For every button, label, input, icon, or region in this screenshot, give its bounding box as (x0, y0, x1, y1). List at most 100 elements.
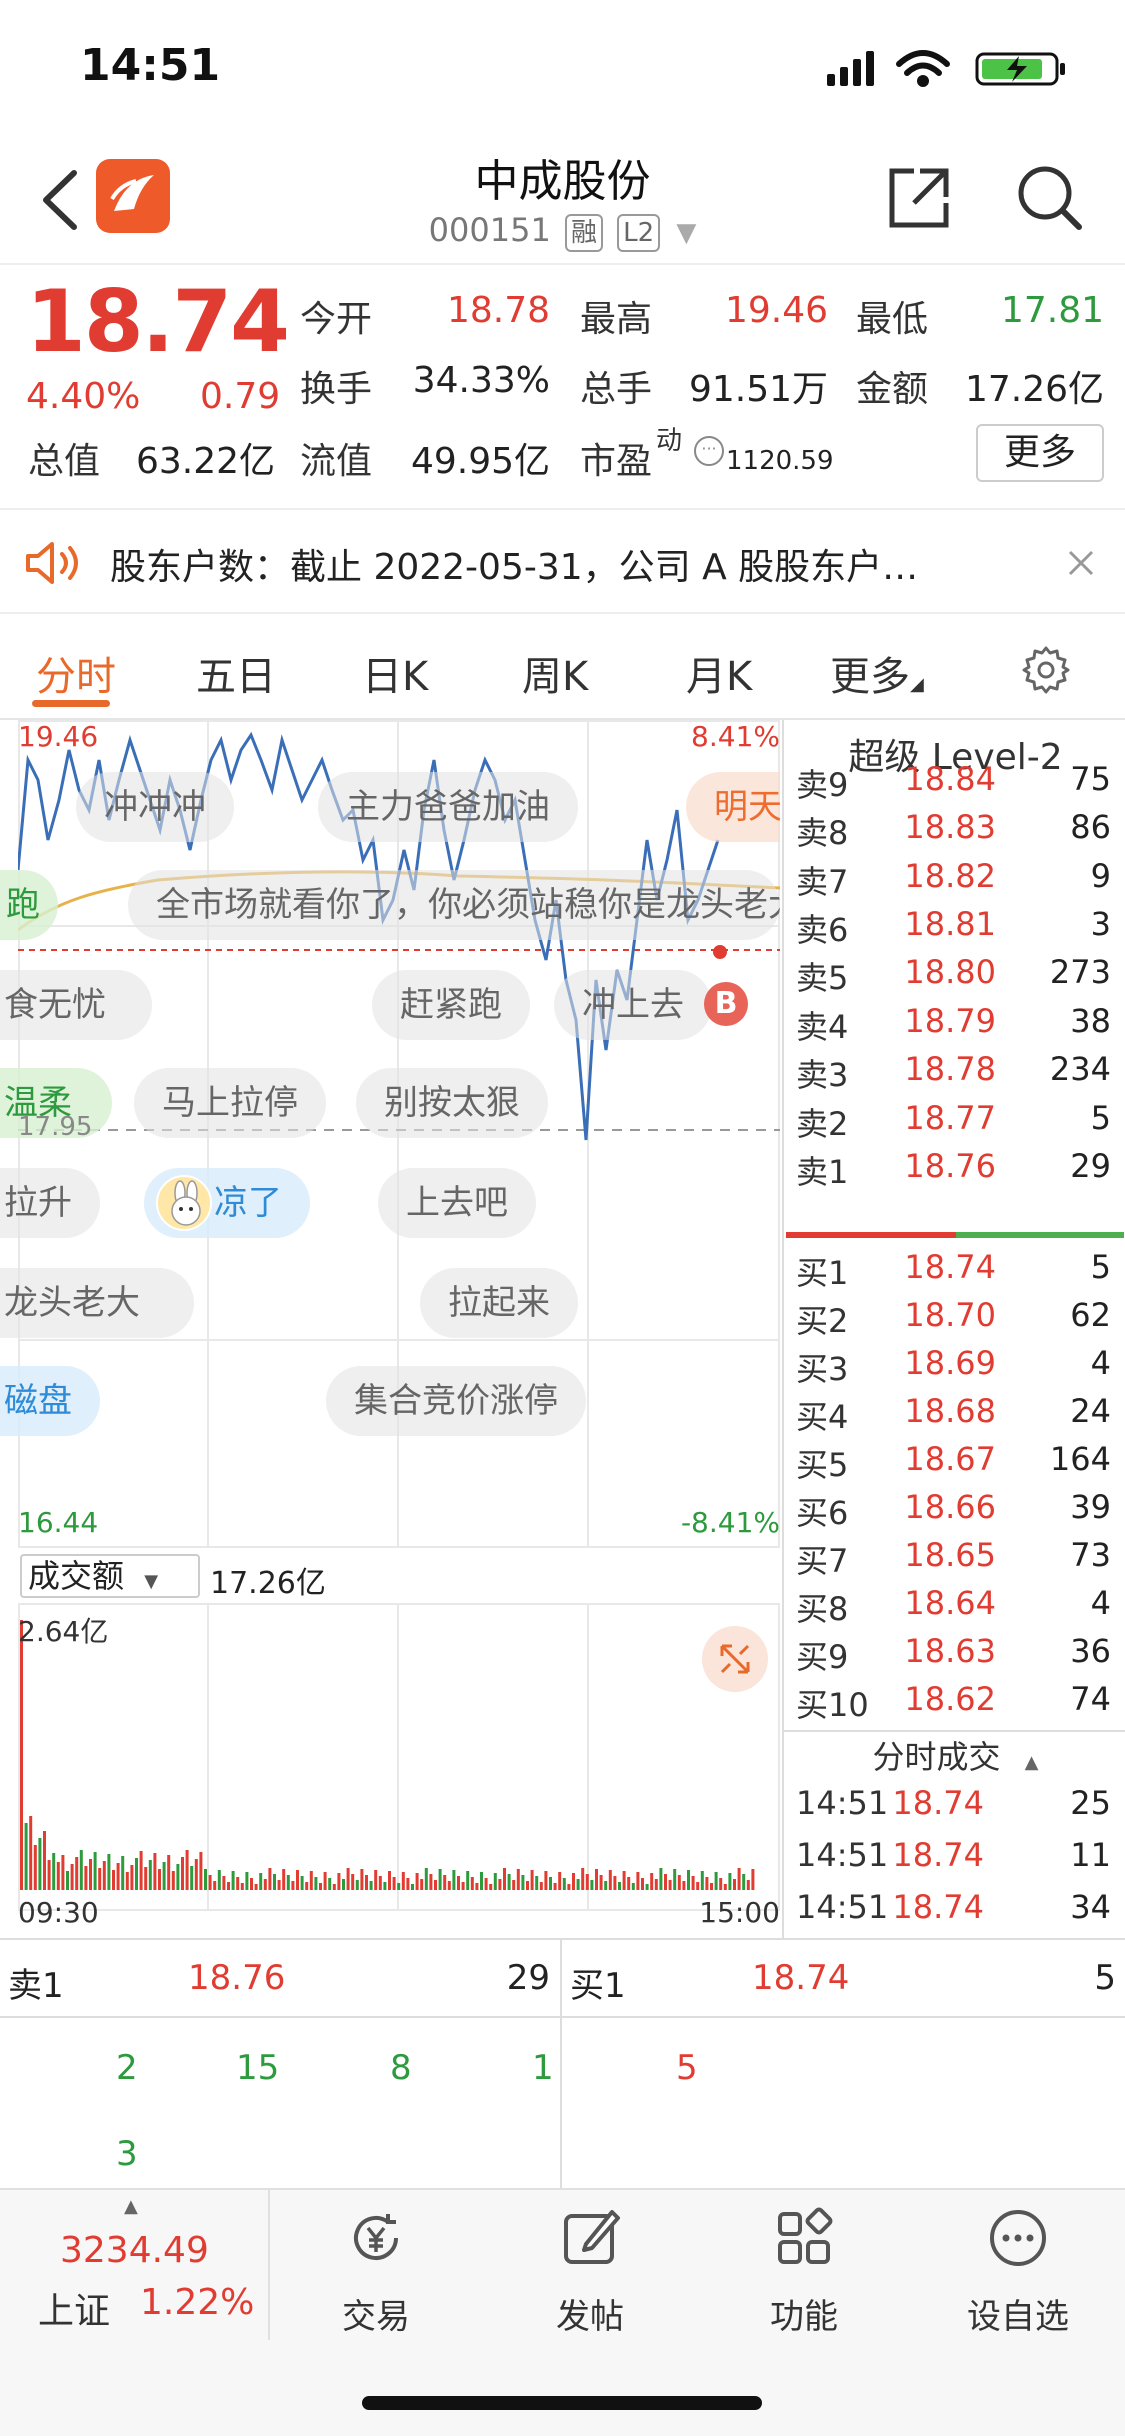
danmaku-15[interactable]: 龙头老大 (0, 1268, 194, 1338)
volume-bar (139, 1851, 143, 1890)
best-bid-label: 买1 (570, 1966, 626, 2006)
volume-bar (424, 1868, 428, 1890)
volume-bar (392, 1877, 396, 1890)
volume-bar (112, 1870, 115, 1890)
ask-row[interactable]: 卖8 18.83 86 (784, 808, 1125, 856)
more-dots-icon (990, 2210, 1046, 2266)
post-edit-icon (564, 2210, 620, 2264)
close-icon[interactable] (1066, 548, 1096, 578)
volume-bar (654, 1879, 658, 1890)
intraday-chart[interactable]: 冲冲冲 主力爸爸加油 明天 全市场就看你了，你必须站稳你是龙头老大 跑 食无忧 … (0, 720, 780, 1938)
index-pct: 1.22% (140, 2282, 255, 2323)
volume-bar (144, 1867, 148, 1890)
danmaku-3[interactable]: 明天 (686, 772, 780, 842)
ask-price: 18.80 (904, 953, 996, 992)
danmaku-10[interactable]: 马上拉停 (134, 1068, 326, 1138)
danmaku-2[interactable]: 主力爸爸加油 (318, 772, 578, 842)
nav-post[interactable]: 发帖 (500, 2206, 680, 2338)
float-label: 流值 (300, 441, 373, 482)
settings-gear-icon[interactable] (1020, 644, 1072, 696)
ask-row[interactable]: 卖2 18.77 5 (784, 1099, 1125, 1147)
bid-row[interactable]: 买4 18.68 24 (784, 1392, 1125, 1440)
tab-intraday[interactable]: 分时 (36, 644, 116, 702)
bid-row[interactable]: 买5 18.67 164 (784, 1440, 1125, 1488)
volume-bar (93, 1852, 97, 1890)
bid-row[interactable]: 买2 18.70 62 (784, 1296, 1125, 1344)
volume-bar (411, 1884, 414, 1890)
nav-trade[interactable]: 交易 (286, 2206, 466, 2338)
danmaku-18[interactable]: 集合竞价涨停 (326, 1366, 586, 1436)
danmaku-17[interactable]: 磁盘 (0, 1366, 100, 1436)
danmaku-1[interactable]: 冲冲冲 (76, 772, 234, 842)
last-price: 18.74 (26, 272, 290, 372)
danmaku-4[interactable]: 全市场就看你了，你必须站稳你是龙头老大 (128, 870, 780, 940)
nav-functions[interactable]: 功能 (714, 2206, 894, 2338)
ask-row[interactable]: 卖9 18.84 75 (784, 760, 1125, 808)
volume-selector[interactable]: 成交额 ▼ (20, 1554, 200, 1598)
volume-bar (208, 1875, 212, 1890)
speaker-icon (26, 542, 78, 584)
expand-chart-icon[interactable] (702, 1626, 768, 1692)
search-icon[interactable] (1015, 163, 1085, 233)
volume-bar (604, 1881, 608, 1890)
share-icon[interactable] (884, 163, 954, 233)
ask-row[interactable]: 卖6 18.81 3 (784, 905, 1125, 953)
volume-bar (733, 1879, 736, 1890)
tab-weekly-k[interactable]: 周K (522, 644, 588, 702)
bid-price: 18.68 (904, 1392, 996, 1430)
danmaku-11[interactable]: 别按太狠 (356, 1068, 548, 1138)
ask-row[interactable]: 卖4 18.79 38 (784, 1002, 1125, 1050)
danmaku-14[interactable]: 上去吧 (378, 1168, 536, 1238)
volume-bar (167, 1855, 171, 1890)
tab-daily-k[interactable]: 日K (362, 644, 428, 702)
bid-row[interactable]: 买1 18.74 5 (784, 1248, 1125, 1296)
bid-row[interactable]: 买9 18.63 36 (784, 1632, 1125, 1680)
pe-info-icon[interactable]: ··· (694, 436, 724, 466)
ask-row[interactable]: 卖7 18.82 9 (784, 857, 1125, 905)
chart-min-pct: -8.41% (680, 1506, 780, 1539)
turnover-value: 34.33% (412, 360, 550, 401)
volume-selector-label: 成交额 (28, 1557, 125, 1595)
more-button[interactable]: 更多 (976, 424, 1104, 482)
bid-level-label: 买4 (796, 1398, 849, 1436)
ask-level-label: 卖6 (796, 911, 849, 950)
volume-bar (148, 1860, 152, 1890)
trades-header[interactable]: 分时成交 ▲ (784, 1732, 1125, 1778)
danmaku-16[interactable]: 拉起来 (420, 1268, 578, 1338)
volume-bar (217, 1870, 221, 1890)
volume-bar (38, 1838, 42, 1890)
buy-marker-badge[interactable]: B (704, 982, 748, 1026)
danmaku-6[interactable]: 食无忧 (0, 970, 152, 1040)
user-avatar (156, 1175, 212, 1231)
tab-five-day[interactable]: 五日 (196, 644, 276, 702)
bid-price: 18.64 (904, 1584, 996, 1622)
ask-row[interactable]: 卖5 18.80 273 (784, 953, 1125, 1001)
tab-more-caret-icon: ◢ (910, 674, 924, 695)
danmaku-8[interactable]: 冲上去 (554, 970, 712, 1040)
bid-row[interactable]: 买3 18.69 4 (784, 1344, 1125, 1392)
bid-row[interactable]: 买6 18.66 39 (784, 1488, 1125, 1536)
dropdown-caret-icon[interactable]: ▼ (676, 218, 696, 248)
bid-row[interactable]: 买8 18.64 4 (784, 1584, 1125, 1632)
danmaku-12[interactable]: 拉升 (0, 1168, 100, 1238)
volume-bar (553, 1883, 557, 1890)
notice-bar[interactable]: 股东户数：截止 2022-05-31，公司 A 股股东户… (0, 508, 1125, 614)
ask-row[interactable]: 卖1 18.76 29 (784, 1147, 1125, 1195)
volume-bar (89, 1859, 92, 1890)
margin-tag: 融 (564, 214, 603, 252)
tab-more[interactable]: 更多◢ (830, 644, 924, 702)
stock-code-row[interactable]: 000151 融 L2 ▼ (0, 211, 1125, 252)
ask-volume: 273 (1049, 953, 1111, 992)
ask-level-label: 卖9 (796, 766, 849, 804)
volume-bar (286, 1875, 290, 1890)
bid-volume: 73 (1070, 1536, 1111, 1574)
trade-price: 18.74 (892, 1784, 984, 1822)
ask-row[interactable]: 卖3 18.78 234 (784, 1050, 1125, 1098)
danmaku-7[interactable]: 赶紧跑 (372, 970, 530, 1040)
index-ticker[interactable]: ▲ 3234.49 上证 1.22% (0, 2190, 270, 2340)
tab-monthly-k[interactable]: 月K (686, 644, 752, 702)
nav-watchlist[interactable]: 设自选 (928, 2206, 1108, 2338)
bid-row[interactable]: 买7 18.65 73 (784, 1536, 1125, 1584)
bid-row[interactable]: 买10 18.62 74 (784, 1680, 1125, 1728)
bid-level-label: 买5 (796, 1446, 849, 1484)
